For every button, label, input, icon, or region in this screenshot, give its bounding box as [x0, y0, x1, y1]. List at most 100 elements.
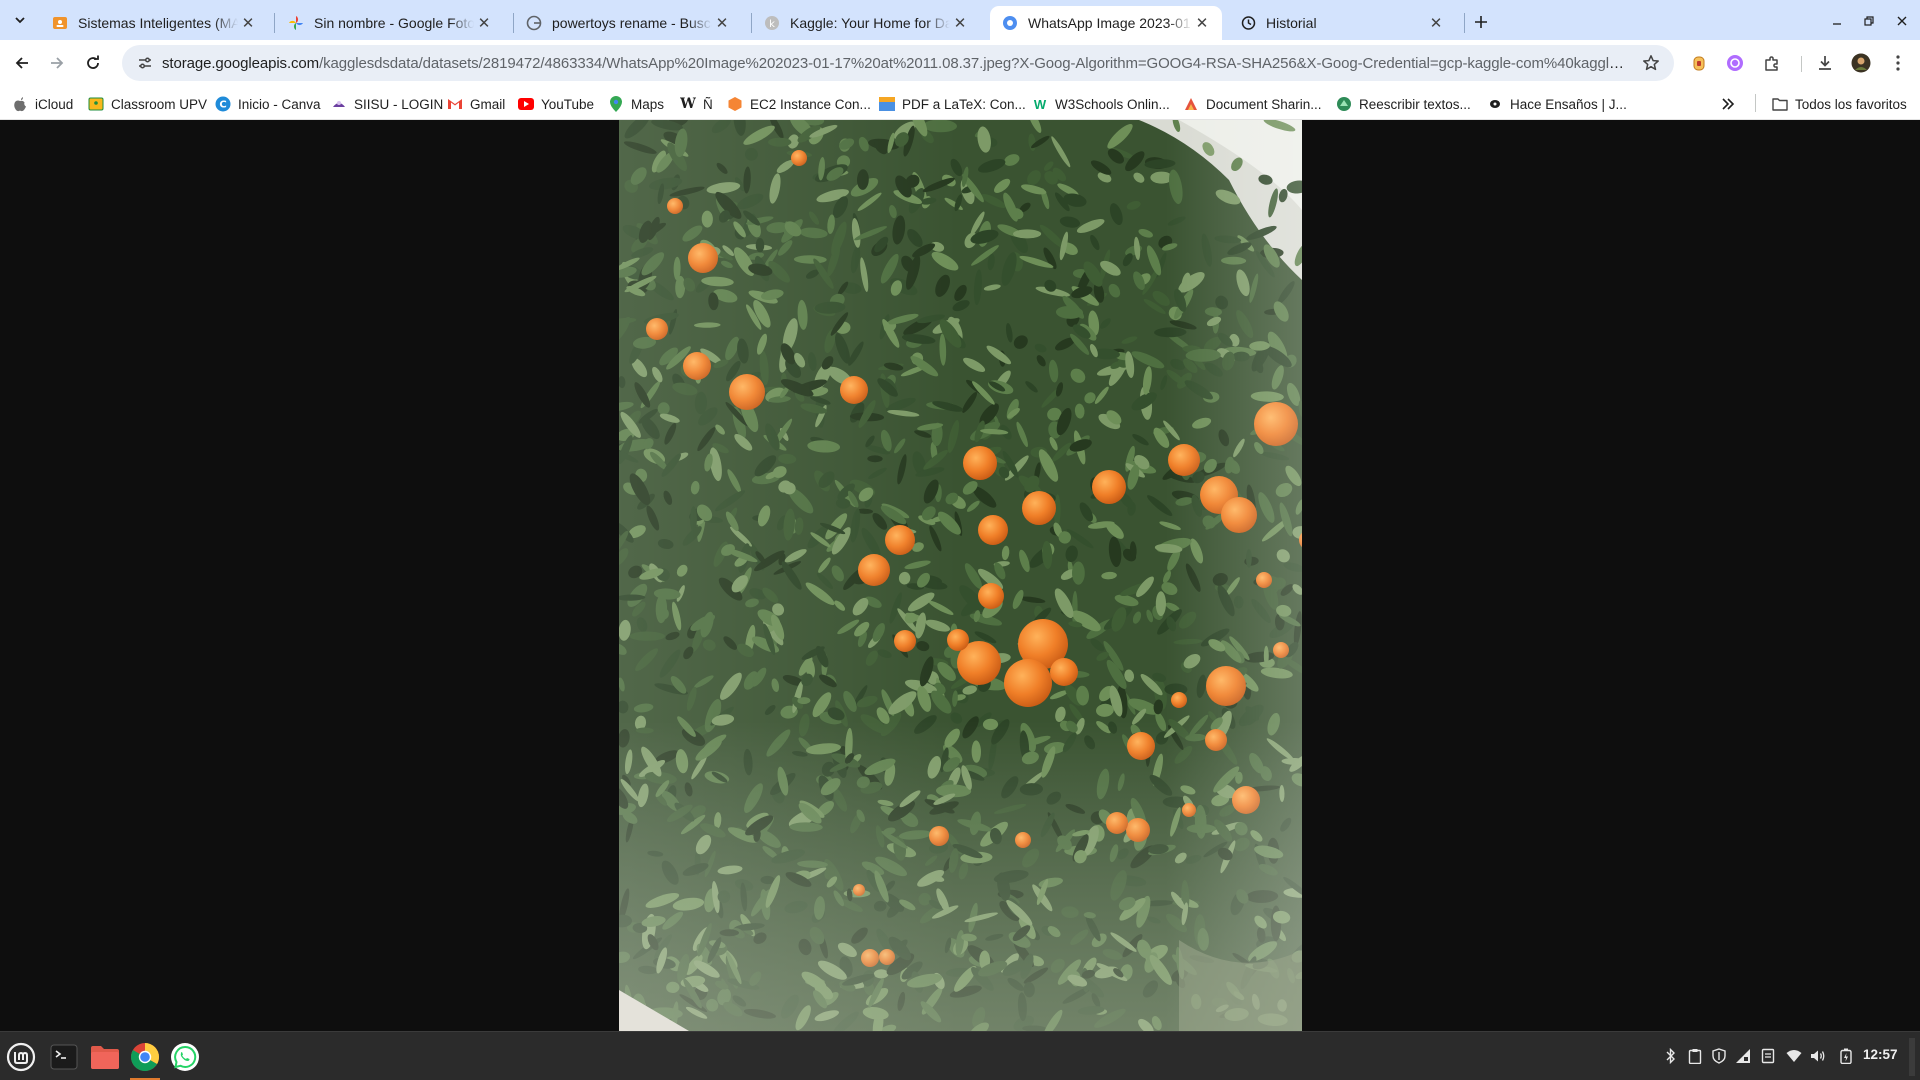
bookmark-canva[interactable]: C Inicio - Canva [215, 93, 321, 115]
tab-whatsapp-image[interactable]: WhatsApp Image 2023-01-17 at 11.08.37.jp… [990, 6, 1222, 40]
all-bookmarks-folder[interactable]: Todos los favoritos [1772, 93, 1907, 115]
site-info-icon[interactable] [134, 52, 156, 74]
tab-search-button[interactable] [7, 8, 33, 32]
bookmark-siisu[interactable]: SIISU - LOGIN [331, 93, 443, 115]
tab-historial[interactable]: Historial ✕ [1228, 6, 1456, 40]
tab-google-fotos[interactable]: Sin nombre - Google Fotos ✕ [276, 6, 504, 40]
close-icon[interactable]: ✕ [1426, 13, 1446, 33]
bookmark-ec2[interactable]: EC2 Instance Con... [727, 93, 871, 115]
close-icon[interactable]: ✕ [1192, 13, 1212, 33]
bookmarks-divider [1755, 94, 1756, 112]
restore-button[interactable] [1857, 10, 1881, 32]
minimize-icon [1833, 23, 1841, 25]
close-icon[interactable]: ✕ [238, 13, 258, 33]
bookmark-label: Gmail [470, 96, 506, 112]
aws-icon [727, 96, 743, 112]
tab-sistemas-inteligentes[interactable]: Sistemas Inteligentes (MAY-AGO 2024) ✕ [40, 6, 268, 40]
volume-icon[interactable] [1808, 1045, 1828, 1067]
reload-icon [87, 55, 99, 69]
bookmark-label: iCloud [35, 96, 74, 112]
document-sharing-icon [1183, 96, 1199, 112]
bookmark-maps[interactable]: Maps [608, 93, 664, 115]
terminal-button[interactable] [45, 1038, 83, 1076]
battery-icon[interactable] [1836, 1045, 1856, 1067]
bookmark-pdf-latex[interactable]: PDF a LaTeX: Con... [879, 93, 1026, 115]
extension-lock-icon[interactable] [1687, 51, 1711, 75]
bookmark-label: W3Schools Onlin... [1055, 96, 1170, 112]
folder-icon [91, 1046, 119, 1069]
clock[interactable]: 12:57 [1863, 1047, 1898, 1062]
w3schools-icon: W [1033, 96, 1047, 112]
history-icon [1240, 15, 1256, 31]
system-taskbar: 12:57 [0, 1031, 1920, 1080]
bookmark-icloud[interactable]: iCloud [12, 93, 73, 115]
mint-menu-icon [6, 1042, 36, 1072]
maps-icon [608, 96, 624, 112]
restore-icon [1864, 16, 1874, 26]
chevron-double-right-icon [1722, 98, 1735, 110]
bookmark-classroom[interactable]: Classroom UPV [88, 93, 207, 115]
orange-tree-photo[interactable] [619, 120, 1302, 1031]
menu-dots-icon[interactable] [1886, 51, 1910, 75]
bookmark-w3schools[interactable]: W W3Schools Onlin... [1032, 93, 1170, 115]
bookmark-wikipedia[interactable]: W Ñ [680, 93, 713, 115]
reload-button[interactable] [79, 49, 107, 77]
wifi-icon[interactable] [1784, 1045, 1804, 1067]
bookmark-label: PDF a LaTeX: Con... [902, 96, 1026, 112]
close-icon[interactable]: ✕ [950, 13, 970, 33]
download-icon[interactable] [1813, 51, 1837, 75]
tab-title: WhatsApp Image 2023-01-17 at 11.08.37.jp… [1028, 15, 1192, 31]
bookmark-reescribir[interactable]: Reescribir textos... [1336, 93, 1471, 115]
menu-button[interactable] [2, 1038, 40, 1076]
update-manager-icon[interactable] [1758, 1045, 1778, 1067]
kaggle-icon: k [764, 15, 780, 31]
chrome-icon [131, 1043, 159, 1071]
extension-ai-icon[interactable] [1723, 51, 1747, 75]
bookmark-star-icon[interactable] [1638, 50, 1664, 76]
profile-avatar[interactable] [1849, 51, 1873, 75]
show-desktop-button[interactable] [1909, 1038, 1915, 1076]
tab-kaggle[interactable]: k Kaggle: Your Home for Data Science ✕ [752, 6, 980, 40]
rewrite-icon [1336, 96, 1352, 112]
clipboard-icon[interactable] [1685, 1045, 1705, 1067]
files-button[interactable] [86, 1038, 124, 1076]
extensions-puzzle-icon[interactable] [1760, 51, 1784, 75]
url-text[interactable]: storage.googleapis.com/kagglesdsdata/dat… [162, 55, 1638, 72]
more-bookmarks-button[interactable] [1721, 93, 1735, 115]
tab-divider [1464, 13, 1465, 33]
youtube-icon [518, 96, 534, 112]
forward-button[interactable] [43, 49, 71, 77]
address-bar[interactable]: storage.googleapis.com/kagglesdsdata/dat… [122, 45, 1674, 81]
bookmarks-bar: iCloud Classroom UPV C Inicio - Canva SI… [0, 86, 1920, 120]
bookmark-youtube[interactable]: YouTube [518, 93, 594, 115]
close-icon[interactable]: ✕ [474, 13, 494, 33]
tab-powertoys-search[interactable]: powertoys rename - Buscar con Google ✕ [514, 6, 742, 40]
network-manager-icon[interactable] [1733, 1045, 1753, 1067]
terminal-icon [50, 1044, 78, 1070]
chrome-button[interactable] [126, 1038, 164, 1080]
back-button[interactable] [8, 49, 36, 77]
bookmark-hace-ensanos[interactable]: Hace Ensaños | J... [1487, 93, 1627, 115]
chevron-down-icon [15, 17, 25, 24]
toolbar-divider [1801, 56, 1802, 72]
bookmark-document-sharing[interactable]: Document Sharin... [1183, 93, 1322, 115]
tab-title: powertoys rename - Buscar con Google [552, 15, 712, 31]
close-icon[interactable]: ✕ [712, 13, 732, 33]
url-path: /kagglesdsdata/datasets/2819472/4863334/… [319, 54, 1638, 72]
tab-title: Sistemas Inteligentes (MAY-AGO 2024) [78, 15, 238, 31]
arrow-left-icon [15, 57, 28, 69]
minimize-button[interactable] [1825, 10, 1849, 32]
whatsapp-button[interactable] [166, 1038, 204, 1076]
close-window-button[interactable] [1890, 10, 1914, 32]
bookmark-label: Document Sharin... [1206, 96, 1322, 112]
new-tab-button[interactable] [1469, 10, 1493, 34]
wikipedia-icon: W [680, 96, 696, 112]
bluetooth-icon[interactable] [1661, 1045, 1681, 1067]
bookmark-label: Hace Ensaños | J... [1510, 96, 1627, 112]
tab-strip: Sistemas Inteligentes (MAY-AGO 2024) ✕ S… [0, 0, 1920, 40]
pdf-latex-icon [879, 96, 895, 112]
bookmark-label: YouTube [541, 96, 595, 112]
arrow-right-icon [51, 57, 64, 69]
bookmark-gmail[interactable]: Gmail [447, 93, 505, 115]
shield-icon[interactable] [1709, 1045, 1729, 1067]
